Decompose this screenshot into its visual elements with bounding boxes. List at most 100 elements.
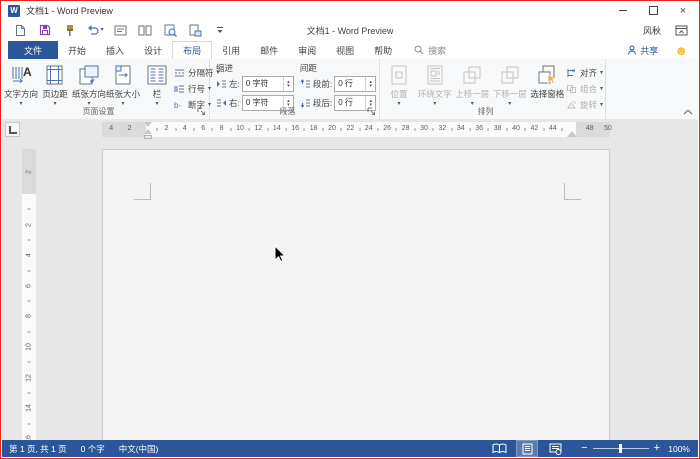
- page-info[interactable]: 第 1 页, 共 1 页: [9, 443, 67, 455]
- collapse-ribbon-button[interactable]: [683, 109, 693, 115]
- ruler-tick: [433, 128, 434, 131]
- ruler-tick: [28, 209, 31, 210]
- search-icon: [414, 45, 424, 55]
- first-line-indent-marker[interactable]: [144, 122, 152, 127]
- quick-access-row: ▾ 文档1 - Word Preview 风秋: [2, 19, 698, 41]
- print-layout-button[interactable]: [517, 441, 537, 456]
- right-indent-marker[interactable]: [567, 131, 577, 137]
- minimize-button[interactable]: [608, 3, 638, 19]
- ribbon-tab[interactable]: 布局: [172, 41, 212, 59]
- undo-dropdown-icon[interactable]: ▾: [100, 27, 103, 33]
- ribbon-tab[interactable]: 审阅: [288, 41, 326, 59]
- share-button[interactable]: 共享: [627, 44, 658, 57]
- wrap-text-button[interactable]: 环绕文字▾: [416, 62, 453, 108]
- svg-text:A: A: [23, 65, 32, 79]
- ruler-tick: [28, 392, 31, 393]
- tab-stop-selector[interactable]: [5, 122, 20, 137]
- ruler-number: 14: [26, 404, 33, 412]
- share-page-icon[interactable]: [185, 21, 205, 39]
- zoom-out-button[interactable]: −: [581, 443, 587, 454]
- word-count[interactable]: 0 个字: [81, 443, 105, 455]
- dropdown-icon: ▾: [600, 86, 603, 92]
- spinner[interactable]: ▴▾: [365, 77, 375, 91]
- ribbon-tab[interactable]: 帮助: [364, 41, 402, 59]
- position-button[interactable]: 位置▾: [382, 62, 416, 108]
- ruler-tick: [28, 423, 31, 424]
- ruler-number: 4: [109, 125, 113, 132]
- title-bar: W 文档1 - Word Preview ×: [2, 2, 698, 19]
- document-properties-icon[interactable]: [110, 21, 130, 39]
- ribbon-tab[interactable]: 设计: [134, 41, 172, 59]
- ruler-tick: [378, 128, 379, 131]
- ruler-tick: [28, 239, 31, 240]
- ribbon-tab[interactable]: 引用: [212, 41, 250, 59]
- quick-access-toolbar: ▾: [2, 21, 230, 39]
- undo-icon[interactable]: ▾: [85, 21, 105, 39]
- ruler-number: 2: [26, 170, 33, 174]
- columns-icon: [145, 63, 169, 87]
- zoom-level[interactable]: 100%: [668, 444, 690, 454]
- page-setup-dialog-launcher[interactable]: [197, 107, 206, 116]
- size-button[interactable]: 纸张大小▾: [106, 62, 140, 108]
- group-page-setup: A 文字方向▾ 页边距▾ 纸张方向▾ 纸张大小▾ 栏▾: [2, 59, 210, 119]
- zoom-slider[interactable]: [593, 443, 649, 454]
- search-box[interactable]: 搜索: [414, 41, 446, 59]
- word-logo-icon: W: [8, 5, 20, 17]
- ruler-number: 38: [494, 125, 502, 132]
- paragraph-dialog-launcher[interactable]: [367, 107, 376, 116]
- document-page[interactable]: [102, 149, 610, 442]
- selection-pane-button[interactable]: 选择窗格: [528, 62, 565, 101]
- orientation-button[interactable]: 纸张方向▾: [72, 62, 106, 108]
- vertical-ruler: 2246810121416: [22, 149, 36, 442]
- ribbon-tab-row: 文件 开始 插入 设计 布局 引用 邮件 审阅 视图 帮助: [2, 41, 698, 60]
- ribbon-tab[interactable]: 插入: [96, 41, 134, 59]
- ruler-tick: [249, 128, 250, 131]
- ruler-number: 20: [328, 125, 336, 132]
- bring-forward-button[interactable]: 上移一层▾: [453, 62, 490, 108]
- dropdown-icon: ▾: [600, 70, 603, 76]
- ruler-number: 2: [164, 125, 168, 132]
- new-document-icon[interactable]: [10, 21, 30, 39]
- tab-file[interactable]: 文件: [8, 41, 58, 59]
- send-backward-button[interactable]: 下移一层▾: [491, 62, 528, 108]
- columns-button[interactable]: 栏▾: [140, 62, 174, 108]
- indent-left-input[interactable]: 0 字符 ▴▾: [242, 76, 294, 92]
- ruler-number: 14: [273, 125, 281, 132]
- align-button[interactable]: 对齐▾: [566, 67, 603, 79]
- ribbon-display-options-icon[interactable]: [675, 25, 688, 36]
- ruler-number: 4: [26, 253, 33, 257]
- ribbon-tab[interactable]: 开始: [58, 41, 96, 59]
- maximize-button[interactable]: [638, 3, 668, 19]
- print-preview-icon[interactable]: [160, 21, 180, 39]
- zoom-slider-handle[interactable]: [619, 444, 622, 453]
- dropdown-icon: ▾: [600, 102, 603, 108]
- read-mode-button[interactable]: [489, 441, 509, 456]
- feedback-smiley-icon[interactable]: ☻: [674, 44, 688, 57]
- zoom-in-button[interactable]: +: [654, 443, 660, 454]
- line-numbers-icon: [174, 84, 185, 94]
- margins-button[interactable]: 页边距▾: [38, 62, 72, 108]
- group-arrange: 位置▾ 环绕文字▾ 上移一层▾ 下移一层▾ 选择窗格: [380, 59, 606, 119]
- close-button[interactable]: ×: [668, 3, 698, 19]
- hanging-indent-marker[interactable]: [144, 129, 152, 134]
- text-direction-button[interactable]: A 文字方向▾: [4, 62, 38, 108]
- save-icon[interactable]: [35, 21, 55, 39]
- zoom-control: − +: [581, 443, 660, 454]
- two-page-view-icon[interactable]: [135, 21, 155, 39]
- ribbon-tab[interactable]: 邮件: [250, 41, 288, 59]
- space-before-icon: [300, 79, 311, 89]
- ruler-tick: [157, 128, 158, 131]
- web-layout-button[interactable]: [545, 441, 565, 456]
- space-before-input[interactable]: 0 行 ▴▾: [334, 76, 376, 92]
- user-name[interactable]: 风秋: [643, 24, 661, 37]
- horizontal-ruler: 4224681012141618202224262830323436384042…: [102, 122, 610, 137]
- ruler-tick: [525, 128, 526, 131]
- left-indent-marker[interactable]: [144, 135, 152, 139]
- group-icon: [566, 84, 577, 94]
- ribbon-tab[interactable]: 视图: [326, 41, 364, 59]
- format-painter-icon[interactable]: [60, 21, 80, 39]
- group-button[interactable]: 组合▾: [566, 83, 603, 95]
- spinner[interactable]: ▴▾: [283, 77, 293, 91]
- language-status[interactable]: 中文(中国): [119, 443, 159, 455]
- customize-qat-icon[interactable]: [210, 21, 230, 39]
